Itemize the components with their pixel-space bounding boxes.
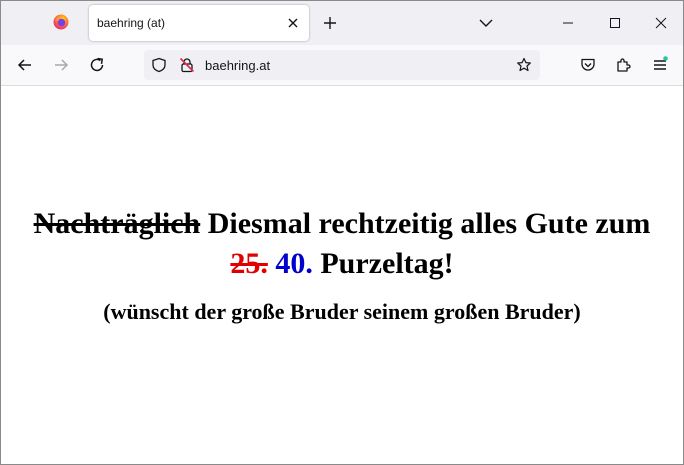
back-arrow-icon[interactable] — [16, 56, 34, 74]
forward-arrow-icon[interactable] — [52, 56, 70, 74]
struck-old-number: 25. — [230, 247, 268, 280]
navigation-toolbar: baehring.at — [1, 45, 683, 86]
extensions-puzzle-icon[interactable] — [615, 56, 633, 74]
tab-active[interactable]: baehring (at) — [89, 5, 309, 41]
plus-icon[interactable] — [322, 15, 338, 31]
update-badge — [663, 56, 668, 61]
reload-icon[interactable] — [88, 56, 106, 74]
headline-ending: Purzeltag! — [320, 247, 454, 280]
window-close-icon[interactable] — [649, 11, 673, 35]
chevron-down-icon[interactable] — [478, 15, 494, 31]
minimize-icon[interactable] — [556, 11, 580, 35]
tab-bar: baehring (at) — [1, 1, 683, 45]
insecure-lock-icon[interactable] — [179, 57, 195, 73]
page-content: Nachträglich Diesmal rechtzeitig alles G… — [1, 86, 683, 464]
pocket-icon[interactable] — [579, 56, 597, 74]
firefox-icon[interactable] — [53, 14, 69, 30]
star-bookmark-icon[interactable] — [516, 57, 532, 73]
struck-word: Nachträglich — [33, 207, 201, 240]
greeting-headline: Nachträglich Diesmal rechtzeitig alles G… — [1, 204, 683, 284]
headline-main-text: Diesmal rechtzeitig alles Gute zum — [207, 207, 651, 240]
shield-icon[interactable] — [151, 57, 167, 73]
maximize-icon[interactable] — [603, 11, 627, 35]
browser-window: baehring (at) baehring.at Nachträglich D… — [0, 0, 684, 465]
greeting-subline: (wünscht der große Bruder seinem großen … — [103, 299, 581, 324]
close-icon[interactable] — [286, 16, 300, 30]
address-bar[interactable]: baehring.at — [144, 50, 540, 80]
url-text[interactable]: baehring.at — [205, 58, 270, 73]
hamburger-menu-icon[interactable] — [651, 56, 669, 74]
tab-title: baehring (at) — [97, 16, 166, 30]
new-number: 40. — [275, 247, 313, 280]
